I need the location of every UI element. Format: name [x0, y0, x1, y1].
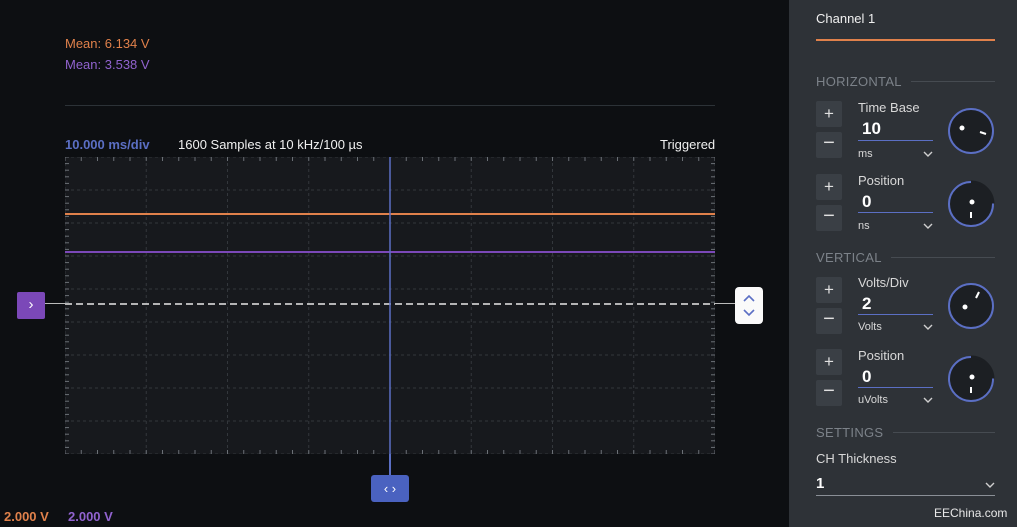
time-cursor-handle[interactable]: ‹ ›	[371, 475, 409, 502]
tab-active-indicator	[816, 39, 995, 41]
time-per-div-label: 10.000 ms/div	[65, 137, 150, 152]
volts-div-input[interactable]: 2	[862, 294, 871, 314]
h-position-knob-icon[interactable]	[947, 180, 995, 228]
chevron-down-icon[interactable]	[984, 481, 996, 489]
time-base-label: Time Base	[858, 100, 920, 115]
ch-thickness-select[interactable]: 1	[816, 475, 824, 492]
v-position-unit-select[interactable]: uVolts	[858, 394, 888, 406]
channel1-mean-readout: Mean: 6.134 V	[65, 36, 150, 51]
channel-offset-marker[interactable]: ›	[17, 292, 45, 319]
volts-div-label: Volts/Div	[858, 275, 909, 290]
v-position-label: Position	[858, 348, 905, 363]
waveform-grid[interactable]	[65, 157, 715, 454]
samples-info: 1600 Samples at 10 kHz/100 µs	[178, 137, 363, 152]
settings-panel: Channel 1 HORIZONTAL + − Time Base 10 ms…	[789, 0, 1017, 527]
chevron-down-icon[interactable]	[922, 150, 934, 158]
channel2-mean-readout: Mean: 3.538 V	[65, 57, 150, 72]
h-position-label: Position	[858, 173, 905, 188]
input-underline	[858, 314, 933, 315]
time-base-unit-select[interactable]: ms	[858, 148, 873, 160]
section-horizontal-title: HORIZONTAL	[816, 74, 902, 89]
channel1-scale: 2.000 V	[4, 509, 49, 524]
section-divider	[911, 81, 995, 82]
marker-connector	[45, 303, 65, 304]
section-settings-title: SETTINGS	[816, 425, 884, 440]
h-position-decrease-button[interactable]: −	[816, 205, 842, 231]
section-divider	[893, 432, 995, 433]
trigger-status: Triggered	[660, 137, 716, 152]
volts-div-unit-select[interactable]: Volts	[858, 321, 882, 333]
volts-div-increase-button[interactable]: +	[816, 277, 842, 303]
time-base-decrease-button[interactable]: −	[816, 132, 842, 158]
input-underline	[858, 212, 933, 213]
waveform-grid-svg	[65, 157, 715, 454]
time-base-input[interactable]: 10	[862, 119, 881, 139]
scope-display: Mean: 6.134 V Mean: 3.538 V 10.000 ms/di…	[0, 0, 789, 527]
input-underline	[858, 387, 933, 388]
section-divider	[891, 257, 995, 258]
tab-channel-1[interactable]: Channel 1	[816, 11, 875, 26]
v-position-input[interactable]: 0	[862, 367, 871, 387]
select-underline	[816, 495, 995, 496]
up-down-chevron-icon	[743, 294, 755, 317]
channel2-scale: 2.000 V	[68, 509, 113, 524]
volts-div-knob-icon[interactable]	[947, 282, 995, 330]
h-position-unit-select[interactable]: ns	[858, 220, 870, 232]
chevron-down-icon[interactable]	[922, 222, 934, 230]
h-position-input[interactable]: 0	[862, 192, 871, 212]
cursor-connector	[389, 454, 391, 475]
v-position-knob-icon[interactable]	[947, 355, 995, 403]
watermark: EEChina.com	[934, 506, 1008, 520]
chevron-down-icon[interactable]	[922, 323, 934, 331]
trigger-connector	[715, 303, 735, 304]
time-base-increase-button[interactable]: +	[816, 101, 842, 127]
trigger-level-handle[interactable]	[735, 287, 763, 324]
h-position-increase-button[interactable]: +	[816, 174, 842, 200]
time-base-knob-icon[interactable]	[947, 107, 995, 155]
ch-thickness-label: CH Thickness	[816, 451, 897, 466]
section-vertical-title: VERTICAL	[816, 250, 882, 265]
volts-div-decrease-button[interactable]: −	[816, 308, 842, 334]
v-position-decrease-button[interactable]: −	[816, 380, 842, 406]
input-underline	[858, 140, 933, 141]
chevron-down-icon[interactable]	[922, 396, 934, 404]
divider	[65, 105, 715, 106]
v-position-increase-button[interactable]: +	[816, 349, 842, 375]
